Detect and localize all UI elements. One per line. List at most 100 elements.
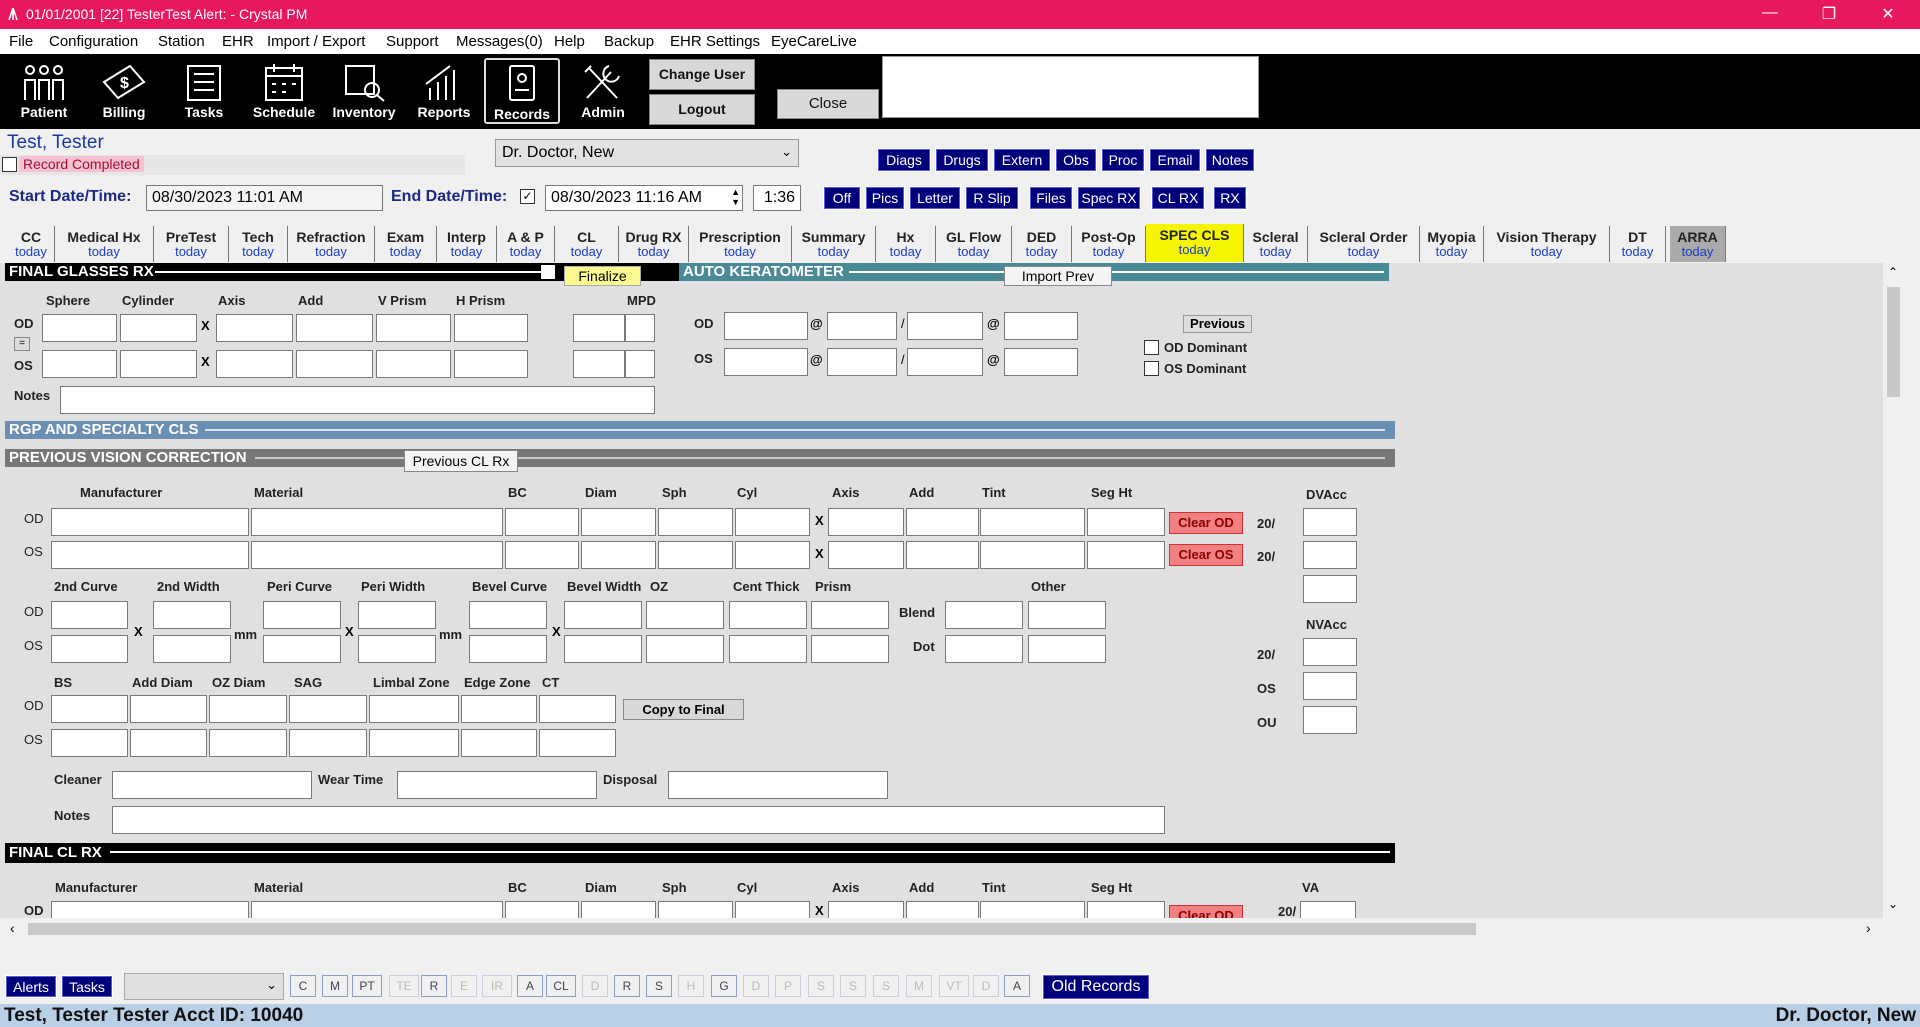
od-oz[interactable] bbox=[646, 601, 724, 629]
horizontal-scroll-thumb[interactable] bbox=[28, 923, 1476, 935]
logout-button[interactable]: Logout bbox=[649, 94, 755, 125]
quick-button-18[interactable]: S bbox=[873, 975, 899, 997]
record-completed-checkbox[interactable] bbox=[2, 157, 17, 172]
od-cent-thick[interactable] bbox=[729, 601, 807, 629]
final-od-material[interactable] bbox=[251, 901, 503, 918]
previous-button[interactable]: Previous bbox=[1183, 315, 1252, 333]
menu-import-export[interactable]: Import / Export bbox=[267, 33, 365, 50]
glasses-od-mpd[interactable] bbox=[573, 314, 625, 342]
scroll-right-icon[interactable]: › bbox=[1866, 920, 1871, 936]
glasses-os-vprism[interactable] bbox=[376, 350, 451, 378]
disposal-field[interactable] bbox=[668, 771, 888, 799]
bottom-dropdown[interactable]: ⌄ bbox=[124, 973, 284, 1000]
extern-button[interactable]: Extern bbox=[993, 148, 1051, 172]
tab-pretest[interactable]: PreTest today bbox=[154, 226, 229, 262]
horizontal-scrollbar[interactable]: ‹ › bbox=[0, 918, 1904, 940]
final-od-add[interactable] bbox=[906, 901, 979, 918]
tab-spec-cls[interactable]: SPEC CLS today bbox=[1146, 224, 1244, 262]
tab-interp[interactable]: Interp today bbox=[437, 226, 497, 262]
od-2nd-curve[interactable] bbox=[51, 601, 128, 629]
nvacc-os[interactable] bbox=[1303, 672, 1357, 700]
os-bevel-width[interactable] bbox=[564, 635, 642, 663]
os-peri-curve[interactable] bbox=[263, 635, 341, 663]
doctor-select[interactable]: Dr. Doctor, New ⌄ bbox=[495, 139, 799, 167]
glasses-od-hprism[interactable] bbox=[454, 314, 528, 342]
k-od-1[interactable] bbox=[724, 312, 808, 340]
tab-refraction[interactable]: Refraction today bbox=[288, 226, 375, 262]
wear-time-field[interactable] bbox=[397, 771, 597, 799]
quick-button-11[interactable]: S bbox=[646, 975, 672, 997]
k-os-2[interactable] bbox=[827, 348, 897, 376]
od-sag[interactable] bbox=[289, 695, 367, 723]
clear-os-button[interactable]: Clear OS bbox=[1169, 544, 1243, 566]
od-bs[interactable] bbox=[51, 695, 128, 723]
os-2nd-curve[interactable] bbox=[51, 635, 128, 663]
dvacc-ou[interactable] bbox=[1303, 575, 1357, 603]
finalize-button[interactable]: Finalize bbox=[564, 266, 641, 286]
od-2nd-width[interactable] bbox=[153, 601, 231, 629]
os-edge-zone[interactable] bbox=[461, 729, 537, 757]
os-dominant-checkbox[interactable] bbox=[1144, 361, 1159, 376]
minimize-button[interactable]: — bbox=[1755, 4, 1785, 22]
toolbar-inventory[interactable]: Inventory bbox=[326, 58, 402, 124]
pics-button[interactable]: Pics bbox=[865, 186, 905, 210]
toolbar-records[interactable]: Records bbox=[484, 58, 560, 124]
final-od-axis[interactable] bbox=[828, 901, 904, 918]
proc-button[interactable]: Proc bbox=[1101, 148, 1145, 172]
od-prism[interactable] bbox=[811, 601, 889, 629]
final-od-seg-ht[interactable] bbox=[1087, 901, 1165, 918]
import-prev-button[interactable]: Import Prev bbox=[1004, 266, 1112, 286]
scroll-down-icon[interactable]: ⌄ bbox=[1888, 897, 1898, 911]
dvacc-od[interactable] bbox=[1303, 508, 1357, 536]
quick-button-12[interactable]: H bbox=[678, 975, 704, 997]
quick-button-22[interactable]: A bbox=[1004, 975, 1030, 997]
cl-od-tint[interactable] bbox=[980, 508, 1085, 536]
final-glasses-toggle[interactable] bbox=[541, 265, 555, 279]
tab-cc[interactable]: CC today bbox=[8, 226, 55, 262]
final-od-tint[interactable] bbox=[980, 901, 1085, 918]
od-add-diam[interactable] bbox=[130, 695, 207, 723]
drugs-button[interactable]: Drugs bbox=[935, 148, 989, 172]
toolbar-reports[interactable]: Reports bbox=[406, 58, 482, 124]
quick-button-13[interactable]: G bbox=[711, 975, 737, 997]
menu-backup[interactable]: Backup bbox=[604, 33, 654, 50]
k-od-3[interactable] bbox=[907, 312, 983, 340]
od-peri-width[interactable] bbox=[358, 601, 436, 629]
glasses-notes-field[interactable] bbox=[60, 386, 655, 414]
final-clear-od-button[interactable]: Clear OD bbox=[1169, 905, 1243, 918]
vertical-scroll-thumb[interactable] bbox=[1887, 287, 1900, 397]
menu-ehr[interactable]: EHR bbox=[222, 33, 254, 50]
menu-messages[interactable]: Messages(0) bbox=[456, 33, 543, 50]
od-bevel-width[interactable] bbox=[564, 601, 642, 629]
quick-button-19[interactable]: M bbox=[906, 975, 932, 997]
os-bevel-curve[interactable] bbox=[469, 635, 547, 663]
od-dominant-checkbox[interactable] bbox=[1144, 340, 1159, 355]
toolbar-admin[interactable]: Admin bbox=[565, 58, 641, 124]
cl-od-cyl[interactable] bbox=[735, 508, 810, 536]
nvacc-ou[interactable] bbox=[1303, 706, 1357, 734]
restore-button[interactable]: ❐ bbox=[1814, 4, 1844, 24]
final-od-bc[interactable] bbox=[505, 901, 579, 918]
quick-button-16[interactable]: S bbox=[808, 975, 834, 997]
cl-od-sph[interactable] bbox=[658, 508, 733, 536]
copy-od-os-button[interactable]: = bbox=[14, 337, 30, 351]
os-bs[interactable] bbox=[51, 729, 128, 757]
os-add-diam[interactable] bbox=[130, 729, 207, 757]
tab-hx[interactable]: Hx today bbox=[876, 226, 936, 262]
quick-button-5[interactable]: E bbox=[451, 975, 477, 997]
clear-od-button[interactable]: Clear OD bbox=[1169, 512, 1243, 534]
vertical-scrollbar[interactable]: ⌃ ⌄ bbox=[1883, 263, 1904, 918]
email-button[interactable]: Email bbox=[1149, 148, 1201, 172]
toolbar-patient[interactable]: Patient bbox=[6, 58, 82, 124]
quick-button-14[interactable]: D bbox=[743, 975, 769, 997]
cl-os-add[interactable] bbox=[906, 541, 979, 569]
rx-button[interactable]: RX bbox=[1213, 186, 1247, 210]
cl-os-tint[interactable] bbox=[980, 541, 1085, 569]
tab-exam[interactable]: Exam today bbox=[375, 226, 437, 262]
glasses-os-cylinder[interactable] bbox=[120, 350, 197, 378]
tab-arra[interactable]: ARRA today bbox=[1670, 226, 1726, 262]
menu-eyecarelive[interactable]: EyeCareLive bbox=[771, 33, 857, 50]
tasks-button[interactable]: Tasks bbox=[61, 975, 113, 998]
tab-post-op[interactable]: Post-Op today bbox=[1072, 226, 1146, 262]
close-window-button[interactable]: ✕ bbox=[1873, 4, 1903, 24]
